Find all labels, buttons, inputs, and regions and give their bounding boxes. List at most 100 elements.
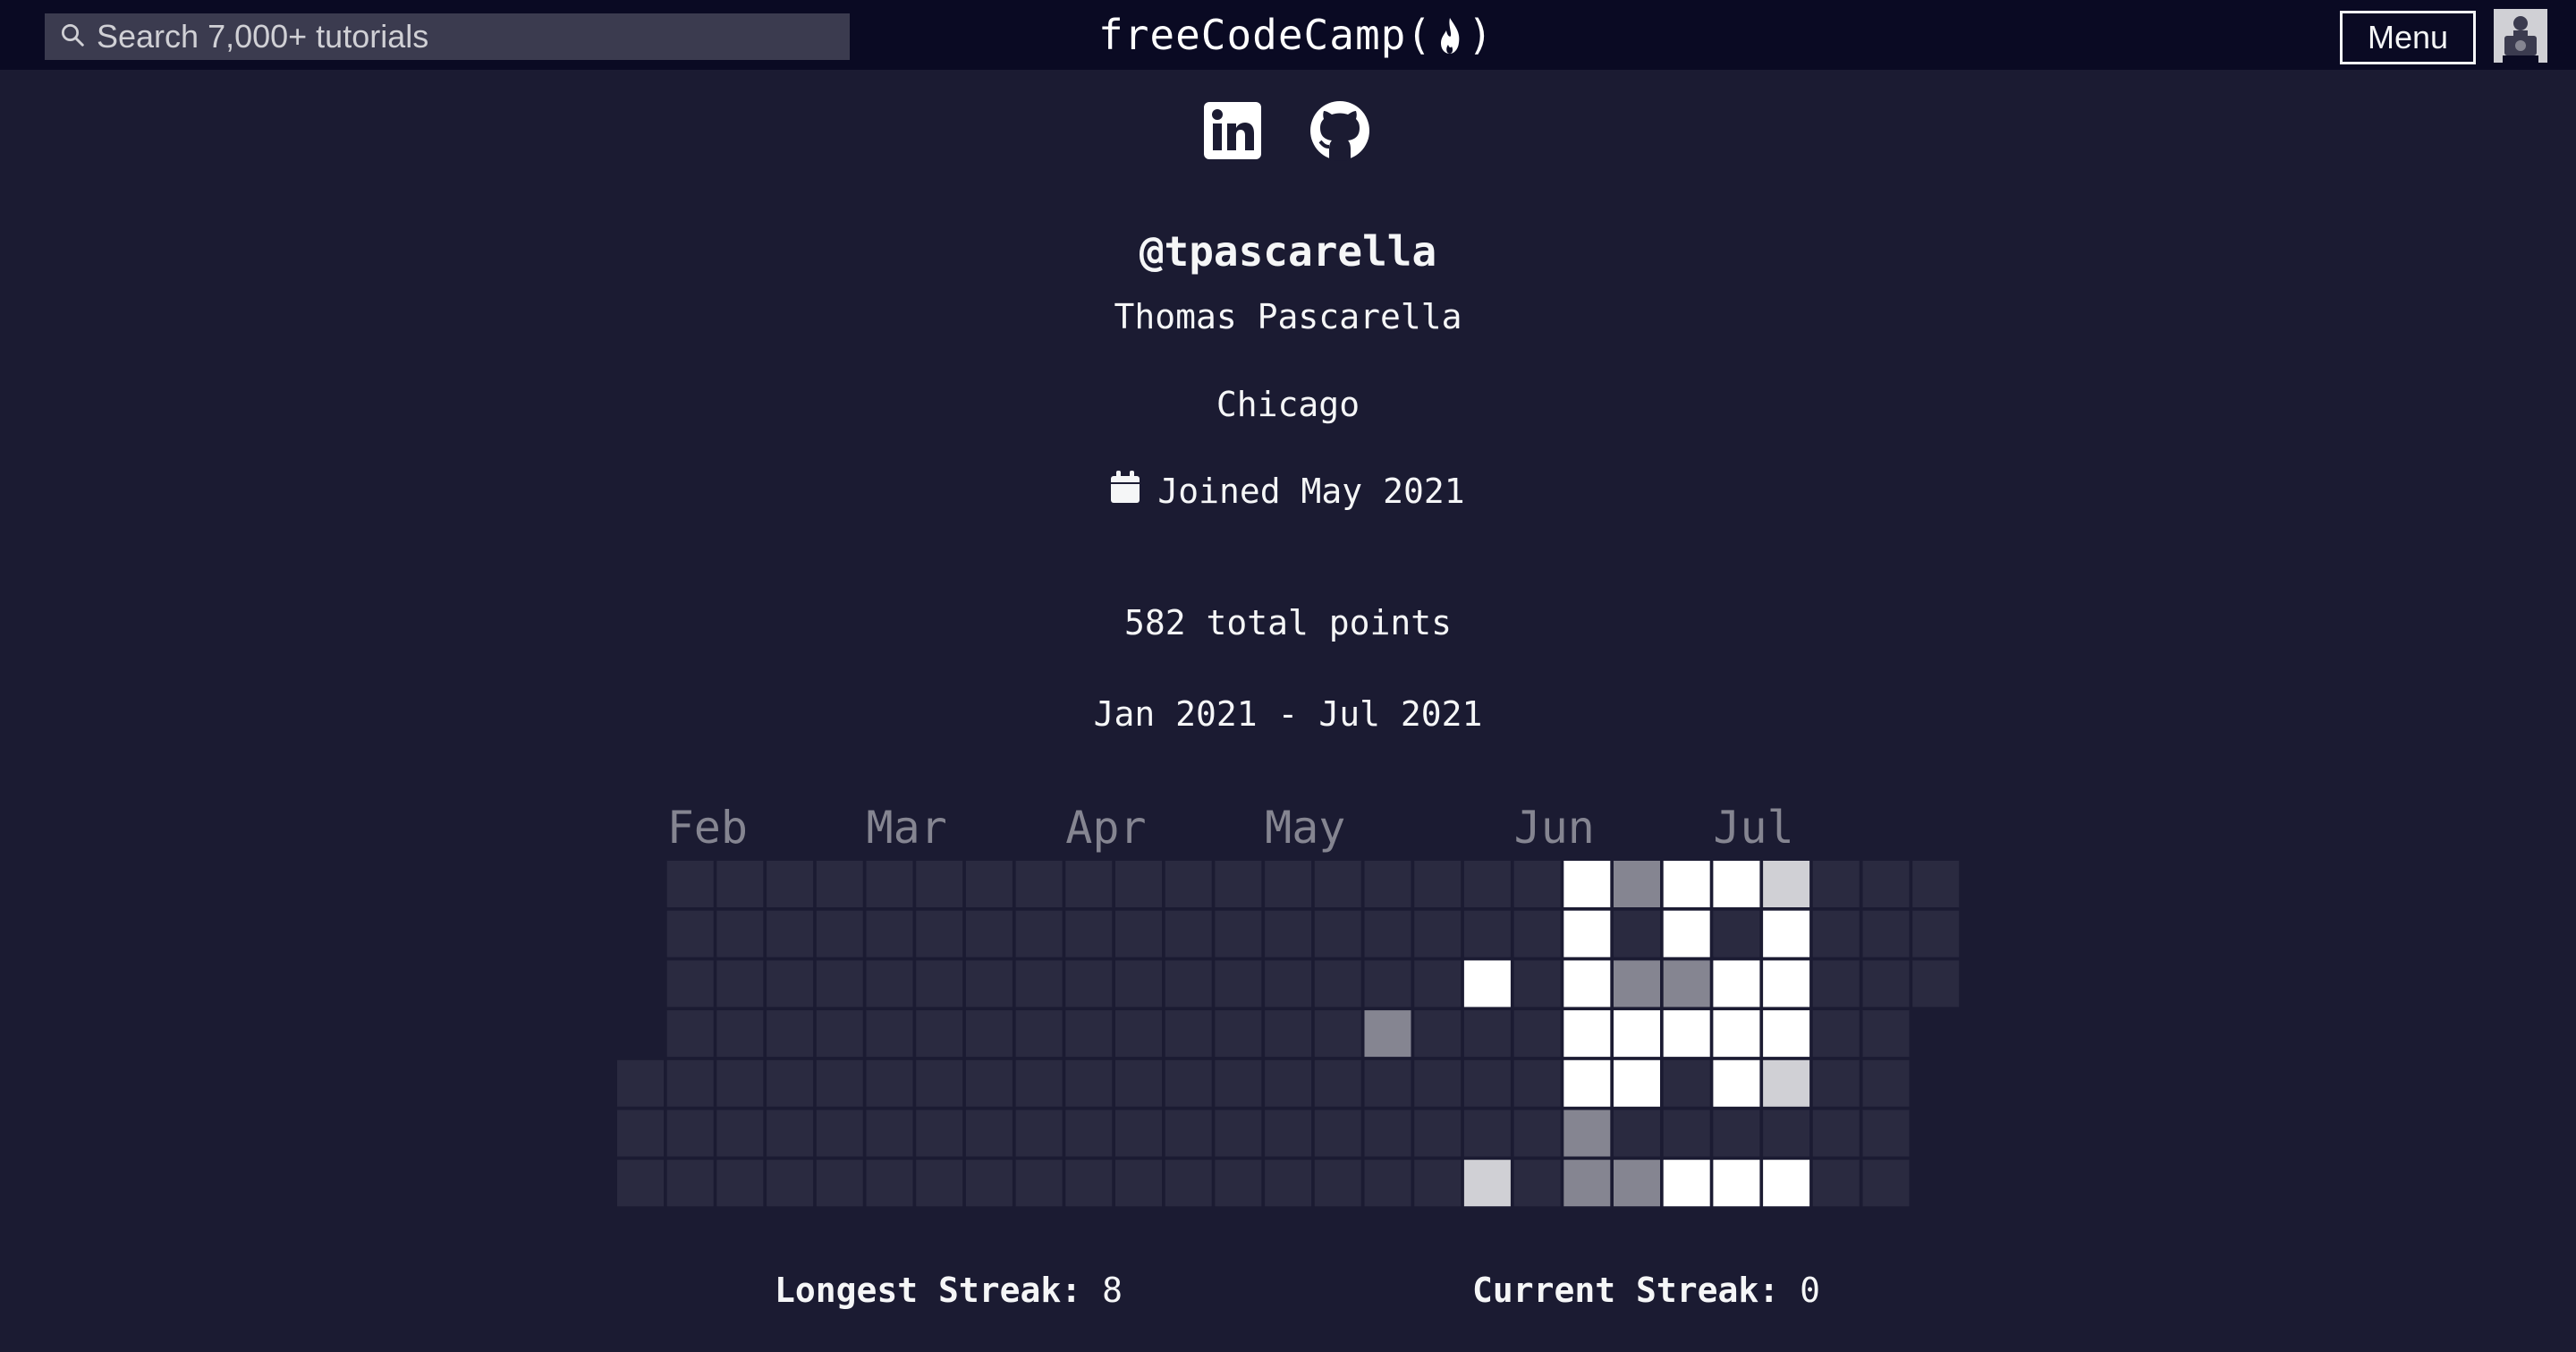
linkedin-icon[interactable] (1202, 100, 1263, 161)
heatmap-cell[interactable] (1563, 1110, 1611, 1157)
heatmap-cell[interactable] (1463, 1059, 1511, 1107)
heatmap-cell[interactable] (1015, 861, 1063, 907)
heatmap-cell[interactable] (767, 960, 814, 1008)
heatmap-cell[interactable] (1265, 910, 1312, 957)
heatmap-cell[interactable] (1763, 1160, 1810, 1207)
heatmap-cell[interactable] (1115, 960, 1162, 1008)
heatmap-cell[interactable] (1165, 910, 1212, 957)
avatar[interactable] (2494, 9, 2547, 63)
heatmap-cell[interactable] (1614, 1059, 1660, 1107)
heatmap-cell[interactable] (866, 1010, 913, 1058)
heatmap-cell[interactable] (1563, 1010, 1611, 1058)
heatmap-cell[interactable] (1265, 1160, 1312, 1207)
heatmap-cell[interactable] (617, 1059, 664, 1107)
heatmap-cell[interactable] (1663, 1160, 1710, 1207)
heatmap-cell[interactable] (1862, 1160, 1910, 1207)
heatmap-cell[interactable] (1115, 1160, 1162, 1207)
heatmap-cell[interactable] (816, 1059, 863, 1107)
heatmap-cell[interactable] (1165, 1010, 1212, 1058)
heatmap-cell[interactable] (716, 1059, 764, 1107)
heatmap-cell[interactable] (1912, 910, 1960, 957)
heatmap-cell[interactable] (1314, 1010, 1361, 1058)
heatmap-cell[interactable] (767, 1059, 814, 1107)
heatmap-cell[interactable] (1713, 1010, 1760, 1058)
heatmap-cell[interactable] (1663, 1010, 1710, 1058)
menu-button[interactable]: Menu (2340, 11, 2476, 64)
heatmap-cell[interactable] (1763, 910, 1810, 957)
heatmap-cell[interactable] (1364, 1059, 1411, 1107)
heatmap-cell[interactable] (716, 1160, 764, 1207)
heatmap-cell[interactable] (1663, 1059, 1710, 1107)
heatmap-cell[interactable] (1265, 1010, 1312, 1058)
heatmap-cell[interactable] (716, 960, 764, 1008)
heatmap-cell[interactable] (716, 1010, 764, 1058)
heatmap-cell[interactable] (1713, 1110, 1760, 1157)
heatmap-cell[interactable] (1015, 1160, 1063, 1207)
heatmap-cell[interactable] (1563, 1059, 1611, 1107)
heatmap-cell[interactable] (1314, 861, 1361, 907)
heatmap-cell[interactable] (1414, 861, 1462, 907)
heatmap-cell[interactable] (1414, 1059, 1462, 1107)
heatmap-cell[interactable] (866, 861, 913, 907)
heatmap-cell[interactable] (1065, 1010, 1113, 1058)
heatmap-cell[interactable] (866, 910, 913, 957)
heatmap-cell[interactable] (1215, 1110, 1262, 1157)
heatmap-cell[interactable] (1614, 861, 1660, 907)
heatmap-cell[interactable] (767, 1110, 814, 1157)
heatmap-cell[interactable] (1812, 1010, 1860, 1058)
heatmap-cell[interactable] (1463, 960, 1511, 1008)
heatmap-cell[interactable] (916, 1010, 963, 1058)
heatmap-cell[interactable] (1065, 1160, 1113, 1207)
heatmap-cell[interactable] (1364, 1110, 1411, 1157)
heatmap-cell[interactable] (1563, 861, 1611, 907)
heatmap-cell[interactable] (1513, 861, 1561, 907)
heatmap-cell[interactable] (1165, 1059, 1212, 1107)
heatmap-cell[interactable] (1614, 1010, 1660, 1058)
heatmap-cell[interactable] (1763, 1010, 1810, 1058)
heatmap-cell[interactable] (1513, 960, 1561, 1008)
heatmap-cell[interactable] (1614, 910, 1660, 957)
heatmap-cell[interactable] (1463, 910, 1511, 957)
github-icon[interactable] (1309, 100, 1370, 161)
heatmap-cell[interactable] (1663, 960, 1710, 1008)
heatmap-cell[interactable] (1414, 1110, 1462, 1157)
freecodecamp-logo[interactable]: freeCodeCamp ( ) (1098, 5, 1494, 64)
heatmap-cell[interactable] (1713, 960, 1760, 1008)
heatmap-cell[interactable] (816, 861, 863, 907)
heatmap-cell[interactable] (1015, 1110, 1063, 1157)
heatmap-cell[interactable] (816, 1010, 863, 1058)
heatmap-cell[interactable] (816, 960, 863, 1008)
heatmap-cell[interactable] (866, 1059, 913, 1107)
heatmap-cell[interactable] (1614, 1110, 1660, 1157)
heatmap-cell[interactable] (1614, 960, 1660, 1008)
heatmap-cell[interactable] (1513, 1110, 1561, 1157)
heatmap-cell[interactable] (1115, 910, 1162, 957)
heatmap-cell[interactable] (1862, 910, 1910, 957)
heatmap-cell[interactable] (716, 910, 764, 957)
heatmap-cell[interactable] (1663, 1110, 1710, 1157)
heatmap-cell[interactable] (617, 1110, 664, 1157)
heatmap-cell[interactable] (1713, 1160, 1760, 1207)
heatmap-cell[interactable] (1065, 960, 1113, 1008)
heatmap-cell[interactable] (1463, 1160, 1511, 1207)
heatmap-cell[interactable] (816, 1160, 863, 1207)
heatmap-cell[interactable] (965, 1010, 1013, 1058)
heatmap-cell[interactable] (1463, 1110, 1511, 1157)
heatmap-cell[interactable] (1862, 960, 1910, 1008)
heatmap-cell[interactable] (1065, 910, 1113, 957)
heatmap-cell[interactable] (1563, 1160, 1611, 1207)
heatmap-cell[interactable] (1314, 960, 1361, 1008)
heatmap-cell[interactable] (1862, 1010, 1910, 1058)
heatmap-cell[interactable] (666, 910, 714, 957)
heatmap-cell[interactable] (1314, 1110, 1361, 1157)
heatmap-cell[interactable] (1314, 910, 1361, 957)
heatmap-cell[interactable] (1065, 861, 1113, 907)
heatmap-cell[interactable] (1763, 1059, 1810, 1107)
heatmap-cell[interactable] (1215, 960, 1262, 1008)
heatmap-cell[interactable] (1265, 1110, 1312, 1157)
heatmap-cell[interactable] (1812, 1059, 1860, 1107)
heatmap-cell[interactable] (1265, 1059, 1312, 1107)
heatmap-cell[interactable] (1215, 1160, 1262, 1207)
heatmap-cell[interactable] (1165, 861, 1212, 907)
heatmap-cell[interactable] (767, 1010, 814, 1058)
